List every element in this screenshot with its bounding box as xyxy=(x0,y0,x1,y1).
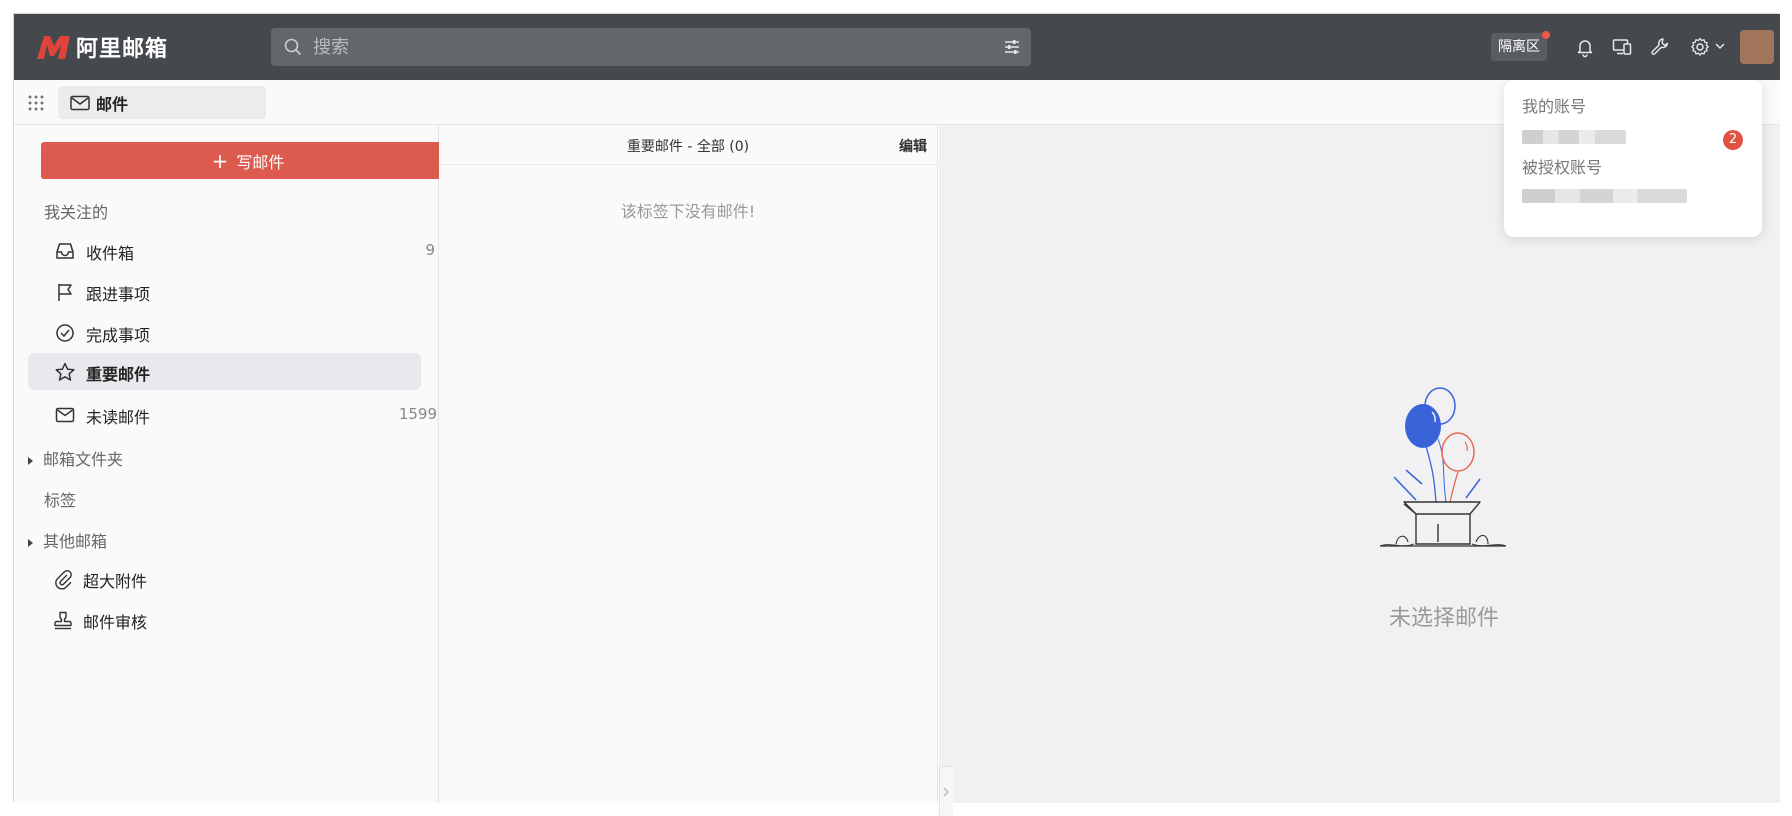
inbox-icon xyxy=(56,243,74,259)
devices-icon[interactable] xyxy=(1611,36,1633,58)
authorized-account-label: 被授权账号 xyxy=(1522,158,1603,177)
unread-count: 9 xyxy=(425,241,435,259)
other-mailboxes-toggle[interactable]: 其他邮箱 xyxy=(28,528,107,552)
authorized-account-email-redacted[interactable] xyxy=(1522,189,1687,203)
wrench-icon[interactable] xyxy=(1649,36,1671,58)
compose-button[interactable]: + 写邮件 xyxy=(41,142,455,179)
quarantine-label: 隔离区 xyxy=(1498,39,1540,55)
mail-folders-label: 邮箱文件夹 xyxy=(43,450,124,469)
account-badge: 2 xyxy=(1723,130,1743,150)
stamp-icon xyxy=(54,611,72,630)
section-following: 我关注的 xyxy=(44,203,109,222)
empty-list-message: 该标签下没有邮件! xyxy=(620,202,756,221)
collapse-pane-handle[interactable] xyxy=(939,766,953,816)
empty-box-balloons-illustration xyxy=(1379,387,1507,547)
gear-icon[interactable] xyxy=(1689,36,1711,58)
sidebar-item-follow-up[interactable]: 跟进事项 xyxy=(28,270,478,312)
star-icon xyxy=(55,362,75,381)
caret-right-icon xyxy=(28,456,33,465)
paperclip-icon xyxy=(55,570,72,590)
mail-list-header: 重要邮件 - 全部 (0) 编辑 xyxy=(439,125,937,165)
mail-list-title: 重要邮件 - 全部 (0) xyxy=(626,139,750,155)
mail-list: 重要邮件 - 全部 (0) 编辑 该标签下没有邮件! xyxy=(439,125,938,803)
filter-icon[interactable] xyxy=(1003,38,1021,56)
plus-icon: + xyxy=(211,148,229,173)
avatar[interactable] xyxy=(1740,30,1774,64)
compose-label: 写邮件 xyxy=(236,152,285,172)
bell-icon[interactable] xyxy=(1574,36,1596,58)
apps-grid-icon[interactable] xyxy=(26,93,46,113)
tags-label: 标签 xyxy=(44,491,77,510)
logo-text: 阿里邮箱 xyxy=(76,37,169,62)
top-bar: 阿里邮箱 隔离区 xyxy=(14,14,1780,80)
sidebar-item-label: 跟进事项 xyxy=(86,285,151,304)
sidebar-item-done[interactable]: 完成事项 xyxy=(28,311,478,353)
app-window: 阿里邮箱 隔离区 xyxy=(13,13,1780,816)
logo-m-icon xyxy=(37,36,70,59)
tool-label: 邮件审核 xyxy=(83,613,148,632)
sidebar-item-unread[interactable]: 未读邮件 1599 xyxy=(28,393,478,435)
sidebar-item-label: 重要邮件 xyxy=(86,365,151,384)
caret-right-icon xyxy=(28,538,33,547)
sidebar-item-label: 未读邮件 xyxy=(86,408,151,427)
sidebar-item-inbox[interactable]: 收件箱 9 xyxy=(28,229,476,271)
logo[interactable]: 阿里邮箱 xyxy=(36,31,168,63)
tool-mail-review[interactable]: 邮件审核 xyxy=(28,598,478,640)
my-account-email-redacted[interactable] xyxy=(1522,130,1626,144)
search-icon xyxy=(284,38,302,56)
tab-mail[interactable]: 邮件 xyxy=(58,86,266,119)
tool-label: 超大附件 xyxy=(83,572,148,591)
tool-large-attachment[interactable]: 超大附件 xyxy=(28,557,478,599)
chevron-down-icon[interactable] xyxy=(1714,40,1726,52)
notification-dot xyxy=(1542,31,1550,39)
no-mail-selected-text: 未选择邮件 xyxy=(1388,606,1499,631)
mail-icon xyxy=(70,95,90,110)
mail-icon xyxy=(55,407,75,423)
search-bar[interactable] xyxy=(271,28,1031,66)
mail-folders-toggle[interactable]: 邮箱文件夹 xyxy=(28,446,123,470)
tab-mail-label: 邮件 xyxy=(96,94,129,114)
chevron-right-icon xyxy=(943,787,949,797)
other-mailboxes-label: 其他邮箱 xyxy=(43,532,108,551)
sidebar-item-label: 收件箱 xyxy=(86,244,135,263)
sidebar: + 写邮件 我关注的 收件箱 9 跟进事项 完成事项 重要邮件 未读邮件 159… xyxy=(14,125,470,803)
unread-count: 1599 xyxy=(398,405,437,423)
flag-icon xyxy=(58,284,72,301)
search-input[interactable] xyxy=(313,36,1003,58)
check-circle-icon xyxy=(56,324,74,342)
my-account-label: 我的账号 xyxy=(1522,97,1587,116)
quarantine-button[interactable]: 隔离区 xyxy=(1491,31,1550,61)
sidebar-item-label: 完成事项 xyxy=(86,326,151,345)
edit-button[interactable]: 编辑 xyxy=(899,136,927,156)
sidebar-item-important[interactable]: 重要邮件 xyxy=(28,353,421,390)
account-dropdown: 我的账号 2 被授权账号 xyxy=(1504,80,1762,237)
